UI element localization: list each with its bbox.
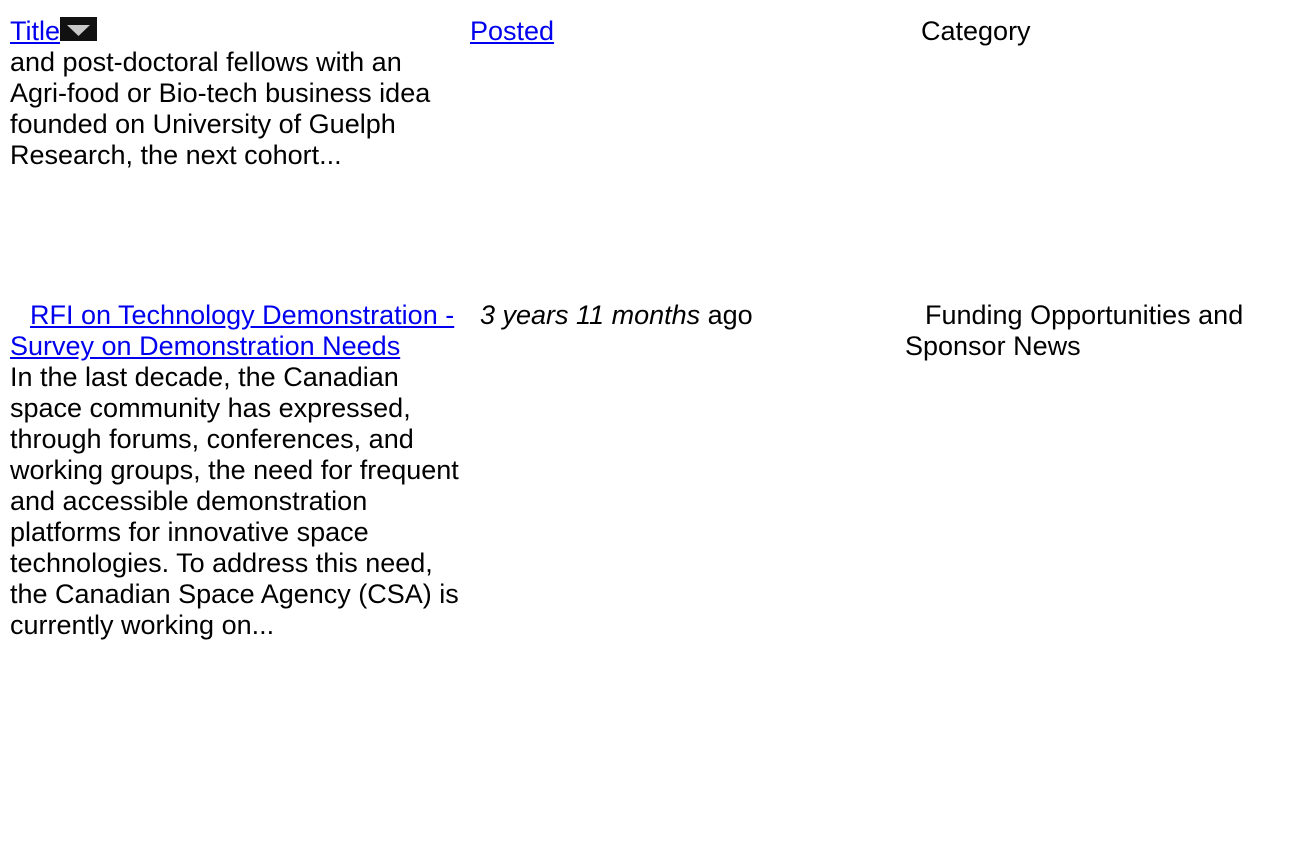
row-2-posted-age: 3 years 11 months [480, 300, 701, 330]
listing-table: Title Posted Category and post-doctoral … [0, 0, 1309, 849]
row-2-category: Funding Opportunities and Sponsor News [905, 300, 1305, 362]
row-1-teaser: and post-doctoral fellows with an Agri-f… [10, 47, 431, 170]
sort-by-title-link[interactable]: Title [10, 16, 60, 46]
row-2-posted: 3 years 11 months ago [480, 300, 753, 331]
row-2-title-link[interactable]: RFI on Technology Demonstration - Survey… [10, 300, 454, 361]
row-2-posted-suffix: ago [700, 300, 753, 330]
sort-descending-icon[interactable] [60, 17, 98, 41]
sort-by-posted-link[interactable]: Posted [470, 16, 554, 46]
row-2-teaser: In the last decade, the Canadian space c… [10, 362, 459, 640]
column-header-title: Title [10, 16, 98, 47]
row-2-title-cell: RFI on Technology Demonstration - Survey… [10, 300, 460, 641]
column-header-category: Category [921, 16, 1031, 46]
row-2-category-label: Funding Opportunities and Sponsor News [905, 300, 1244, 361]
column-header-posted: Posted [470, 16, 554, 47]
